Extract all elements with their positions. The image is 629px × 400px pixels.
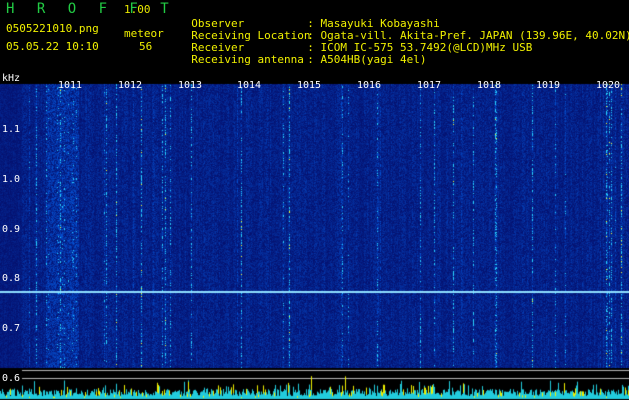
x-tick-label: 1013	[178, 80, 203, 91]
x-tick-label: 1019	[536, 80, 561, 91]
info-label: Receiving antenna	[191, 53, 304, 66]
x-tick-label: 1015	[297, 80, 322, 91]
x-tick-label: 1014	[237, 80, 262, 91]
x-tick-label: 1020	[596, 80, 621, 91]
waterfall-spectrogram	[0, 76, 629, 400]
info-value: : A504HB(yagi 4el)	[307, 53, 427, 66]
x-tick-label: 1016	[357, 80, 382, 91]
y-tick-label: 0.6	[2, 373, 21, 384]
x-tick-label: 1011	[58, 80, 83, 91]
x-tick-label: 1017	[417, 80, 442, 91]
y-tick-label: 0.7	[2, 323, 21, 334]
meteor-count: 56	[139, 40, 153, 53]
x-tick-label: 1012	[118, 80, 143, 91]
info-antenna: Receiving antenna: A504HB(yagi 4el)	[178, 40, 426, 66]
y-tick-label: 1.1	[2, 124, 21, 135]
y-tick-label: 0.9	[2, 224, 21, 235]
app-version: 1.00	[124, 3, 151, 16]
x-tick-label: 1018	[477, 80, 502, 91]
filename: 0505221010.png	[6, 22, 99, 35]
mode-label: meteor	[124, 27, 164, 40]
y-tick-label: 1.0	[2, 174, 21, 185]
y-axis-unit: kHz	[2, 73, 21, 84]
y-tick-label: 0.8	[2, 273, 21, 284]
datetime: 05.05.22 10:10	[6, 40, 99, 53]
